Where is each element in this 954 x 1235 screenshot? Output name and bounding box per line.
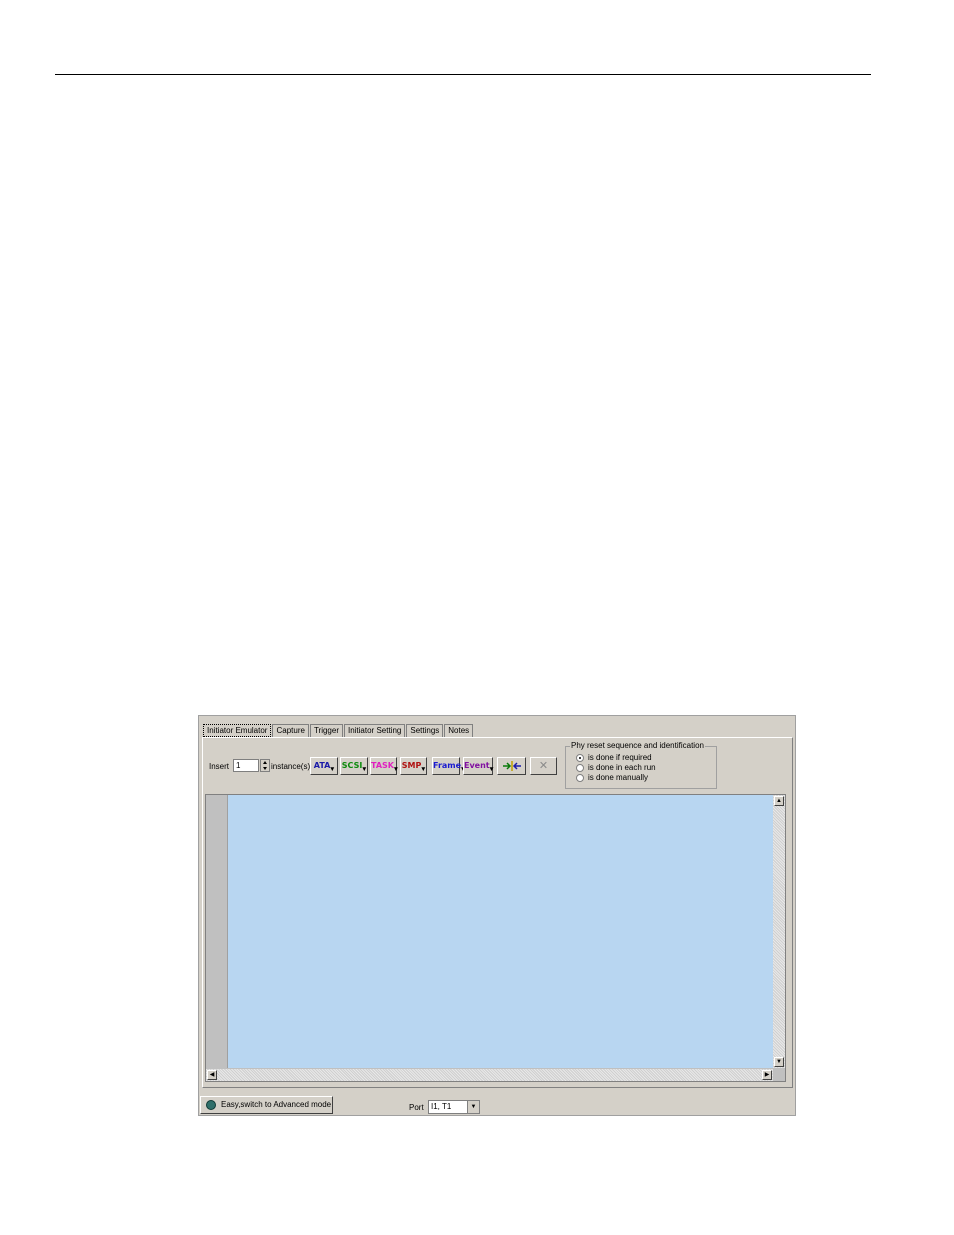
- radio-done-if-required[interactable]: is done if required: [576, 753, 652, 763]
- tab-notes[interactable]: Notes: [444, 724, 474, 737]
- move-button[interactable]: [497, 757, 526, 775]
- radio-icon: [576, 763, 584, 772]
- frame-button[interactable]: Frame▼: [432, 757, 465, 775]
- smp-label: SMP: [401, 761, 422, 770]
- scroll-up-button[interactable]: ▲: [774, 796, 784, 806]
- tab-bar: Initiator Emulator Capture Trigger Initi…: [203, 724, 474, 738]
- radio-selected-icon: [576, 753, 584, 762]
- phy-reset-group: Phy reset sequence and identification is…: [565, 741, 717, 789]
- switch-advanced-mode-label: Easy,switch to Advanced mode: [221, 1100, 332, 1109]
- close-icon: ✕: [538, 759, 549, 772]
- spin-down-icon: [263, 767, 267, 770]
- instances-label: instance(s): [271, 762, 311, 771]
- radio-done-each-run[interactable]: is done in each run: [576, 763, 656, 773]
- instances-input[interactable]: 1: [233, 759, 259, 772]
- chevron-down-icon[interactable]: ▼: [467, 1101, 479, 1113]
- radio-label: is done manually: [588, 773, 649, 782]
- page-header-rule: [55, 74, 871, 75]
- radio-label: is done in each run: [588, 763, 656, 772]
- instances-spinner[interactable]: [260, 759, 270, 772]
- line-gutter: [206, 795, 228, 1068]
- ata-button[interactable]: ATA▼: [310, 757, 338, 775]
- radio-label: is done if required: [588, 753, 652, 762]
- move-arrows-icon: [502, 760, 521, 771]
- tab-initiator-setting[interactable]: Initiator Setting: [343, 724, 406, 737]
- port-value: I1, T1: [431, 1102, 452, 1111]
- phy-reset-group-title: Phy reset sequence and identification: [570, 741, 705, 750]
- vertical-scrollbar[interactable]: ▲ ▼: [773, 795, 785, 1068]
- script-content-area[interactable]: [228, 795, 773, 1068]
- task-label: TASK: [371, 761, 394, 770]
- tab-initiator-emulator[interactable]: Initiator Emulator: [203, 724, 272, 737]
- delete-button[interactable]: ✕: [530, 757, 557, 775]
- scroll-right-button[interactable]: ▶: [762, 1070, 772, 1080]
- tab-capture[interactable]: Capture: [272, 724, 309, 737]
- frame-label: Frame: [433, 761, 462, 770]
- event-button[interactable]: Event▼: [463, 757, 493, 775]
- port-select[interactable]: I1, T1 ▼: [428, 1100, 480, 1114]
- ata-label: ATA: [313, 761, 331, 770]
- radio-icon: [576, 773, 584, 782]
- task-button[interactable]: TASK▼: [370, 757, 398, 775]
- insert-label: Insert: [209, 762, 230, 771]
- scroll-down-button[interactable]: ▼: [774, 1057, 784, 1067]
- smp-button[interactable]: SMP▼: [400, 757, 427, 775]
- scsi-label: SCSI: [341, 761, 363, 770]
- event-label: Event: [464, 761, 490, 770]
- initiator-emulator-window: Initiator Emulator Capture Trigger Initi…: [198, 715, 796, 1116]
- radio-done-manually[interactable]: is done manually: [576, 773, 648, 783]
- tab-settings[interactable]: Settings: [406, 724, 444, 737]
- mode-icon: [206, 1099, 216, 1110]
- spin-up-icon: [263, 761, 267, 764]
- tab-trigger[interactable]: Trigger: [309, 724, 343, 737]
- port-label: Port: [409, 1103, 424, 1112]
- scroll-left-button[interactable]: ◀: [207, 1070, 217, 1080]
- switch-advanced-mode-button[interactable]: Easy,switch to Advanced mode: [200, 1096, 333, 1114]
- script-editor[interactable]: ▲ ▼ ◀ ▶: [205, 794, 786, 1082]
- horizontal-scrollbar[interactable]: ◀ ▶: [206, 1069, 773, 1081]
- scsi-button[interactable]: SCSI▼: [340, 757, 368, 775]
